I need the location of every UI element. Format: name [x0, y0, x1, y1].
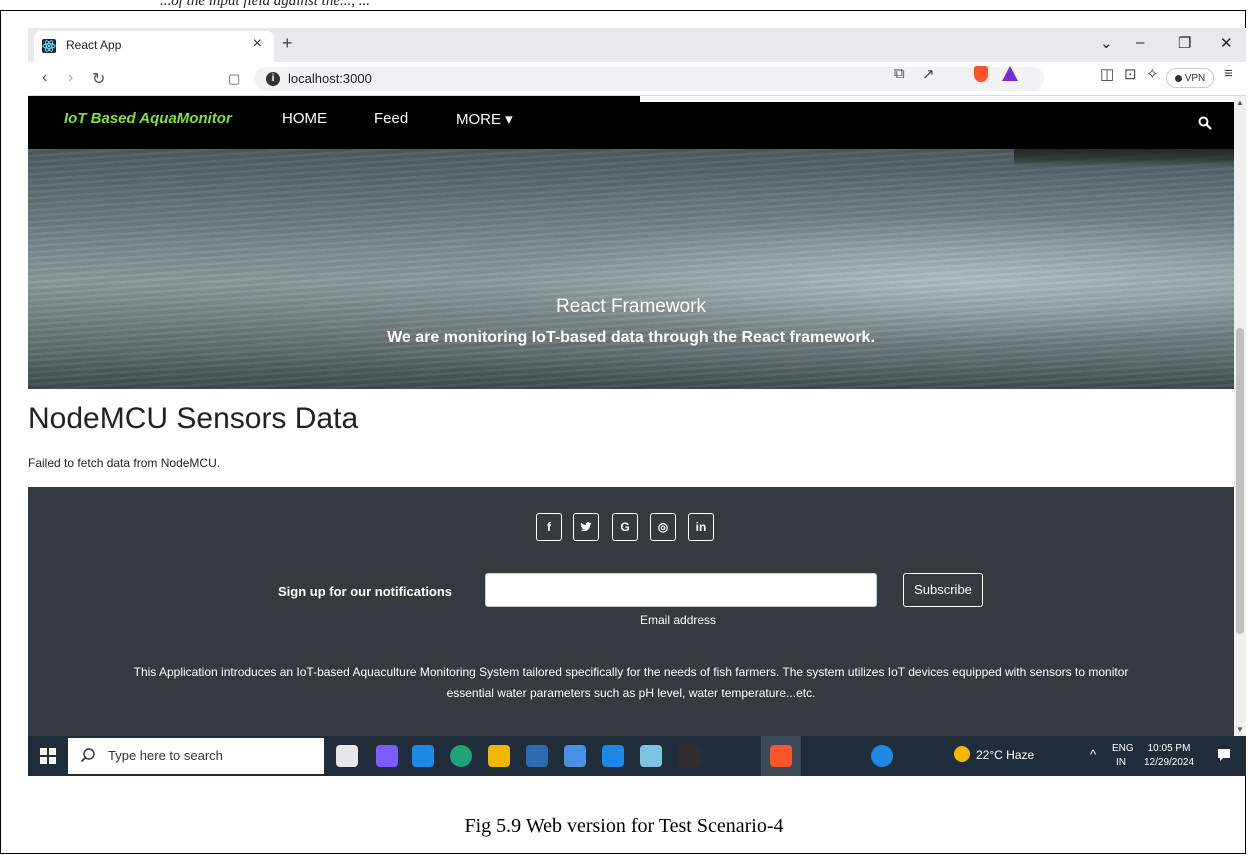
navbar-notch	[640, 96, 1234, 102]
app-icon[interactable]	[640, 745, 662, 767]
browser-toolbar: ‹ › ↻ ▢ i localhost:3000 ⧉ ↗ ◫ ⊡ ✧ VPN ≡	[28, 62, 1246, 96]
weather-icon[interactable]	[954, 746, 970, 762]
hero-treeline	[1014, 149, 1234, 167]
windows-taskbar: Type here to search 22°C Haze ^ ENG IN 10…	[28, 736, 1246, 776]
task-view-icon[interactable]	[336, 745, 358, 767]
site-brand[interactable]: IoT Based AquaMonitor	[64, 110, 232, 127]
page-scrollbar[interactable]: ▲ ▼	[1234, 96, 1246, 736]
weather-text[interactable]: 22°C Haze	[976, 748, 1034, 762]
search-icon	[80, 747, 96, 768]
react-favicon-icon	[42, 39, 56, 53]
scroll-down-icon[interactable]: ▼	[1236, 725, 1244, 734]
restore-icon[interactable]: ❐	[1178, 34, 1191, 52]
site-navbar: IoT Based AquaMonitor HOME Feed MORE ▾	[28, 96, 1234, 149]
subscribe-button[interactable]: Subscribe	[903, 573, 983, 607]
url-text: localhost:3000	[288, 71, 372, 86]
site-footer: f G ◎ in Sign up for our notifications E…	[28, 487, 1234, 736]
document-header-fragment: ...of the input field against the..., ..…	[160, 0, 370, 9]
share-icon[interactable]: ↗	[922, 65, 935, 83]
taskbar-search[interactable]: Type here to search	[68, 738, 324, 774]
new-tab-icon[interactable]: +	[282, 33, 293, 54]
vpn-button[interactable]: VPN	[1166, 68, 1214, 88]
forward-icon[interactable]: ›	[68, 69, 73, 87]
tab-list-icon[interactable]: ⌄	[1100, 34, 1113, 52]
scroll-up-icon[interactable]: ▲	[1236, 98, 1244, 107]
system-clock[interactable]: 10:05 PM 12/29/2024	[1144, 742, 1194, 770]
nav-dropdown-more[interactable]: MORE ▾	[456, 110, 513, 128]
vscode-icon[interactable]	[602, 745, 624, 767]
brave-shields-icon[interactable]	[974, 66, 988, 82]
taskbar-search-placeholder: Type here to search	[108, 748, 223, 763]
dev-home-icon[interactable]	[526, 745, 548, 767]
chevron-up-icon[interactable]: ^	[1090, 747, 1096, 762]
email-field[interactable]	[485, 573, 877, 607]
search-icon[interactable]	[1198, 116, 1212, 135]
help-icon[interactable]	[871, 745, 893, 767]
twitter-icon[interactable]	[573, 513, 599, 541]
tab-title: React App	[66, 38, 122, 52]
file-explorer-icon[interactable]	[488, 745, 510, 767]
menu-icon[interactable]: ≡	[1224, 65, 1233, 82]
reload-icon[interactable]: ↻	[92, 69, 105, 89]
page-viewport: IoT Based AquaMonitor HOME Feed MORE ▾ R…	[28, 96, 1234, 736]
notification-icon[interactable]	[1216, 747, 1232, 763]
nav-link-home[interactable]: HOME	[282, 110, 327, 127]
nav-link-feed[interactable]: Feed	[374, 110, 408, 127]
edge-icon[interactable]	[450, 745, 472, 767]
site-info-icon[interactable]: i	[266, 72, 280, 86]
sensors-status: Failed to fetch data from NodeMCU.	[28, 456, 221, 470]
google-icon[interactable]: G	[612, 513, 638, 541]
scroll-thumb[interactable]	[1236, 328, 1244, 634]
facebook-icon[interactable]: f	[536, 513, 562, 541]
figure-caption: Fig 5.9 Web version for Test Scenario-4	[464, 815, 784, 837]
windows-start-icon[interactable]	[40, 748, 56, 764]
browser-tab-bar: React App × + ⌄ – ❐ ✕	[28, 28, 1246, 62]
copilot-icon[interactable]	[376, 745, 398, 767]
back-icon[interactable]: ‹	[42, 69, 47, 87]
instagram-icon[interactable]: ◎	[650, 513, 676, 541]
wallet-icon[interactable]: ⊡	[1124, 65, 1137, 83]
hero-banner: React Framework We are monitoring IoT-ba…	[28, 149, 1234, 389]
minimize-icon[interactable]: –	[1136, 34, 1144, 51]
language-indicator[interactable]: ENG IN	[1112, 742, 1134, 770]
sidebar-icon[interactable]: ◫	[1100, 65, 1114, 83]
extensions-icon[interactable]: ✧	[1146, 65, 1159, 83]
bookmark-icon[interactable]: ▢	[228, 71, 240, 87]
close-tab-icon[interactable]: ×	[253, 36, 262, 52]
signup-label: Sign up for our notifications	[278, 584, 453, 599]
brave-rewards-icon[interactable]	[1002, 66, 1018, 81]
browser-tab[interactable]: React App ×	[34, 31, 274, 62]
hero-title: React Framework	[556, 296, 706, 317]
mail-icon[interactable]	[412, 745, 434, 767]
brave-browser-icon[interactable]	[770, 745, 792, 767]
footer-description: This Application introduces an IoT-based…	[133, 665, 1129, 700]
app-icon[interactable]	[564, 745, 586, 767]
hero-subtitle: We are monitoring IoT-based data through…	[387, 329, 875, 346]
cast-icon[interactable]: ⧉	[894, 65, 905, 82]
email-caption: Email address	[640, 613, 717, 627]
close-window-icon[interactable]: ✕	[1220, 34, 1233, 52]
terminal-icon[interactable]	[678, 745, 700, 767]
linkedin-icon[interactable]: in	[688, 513, 714, 541]
sensors-title: NodeMCU Sensors Data	[28, 402, 359, 435]
